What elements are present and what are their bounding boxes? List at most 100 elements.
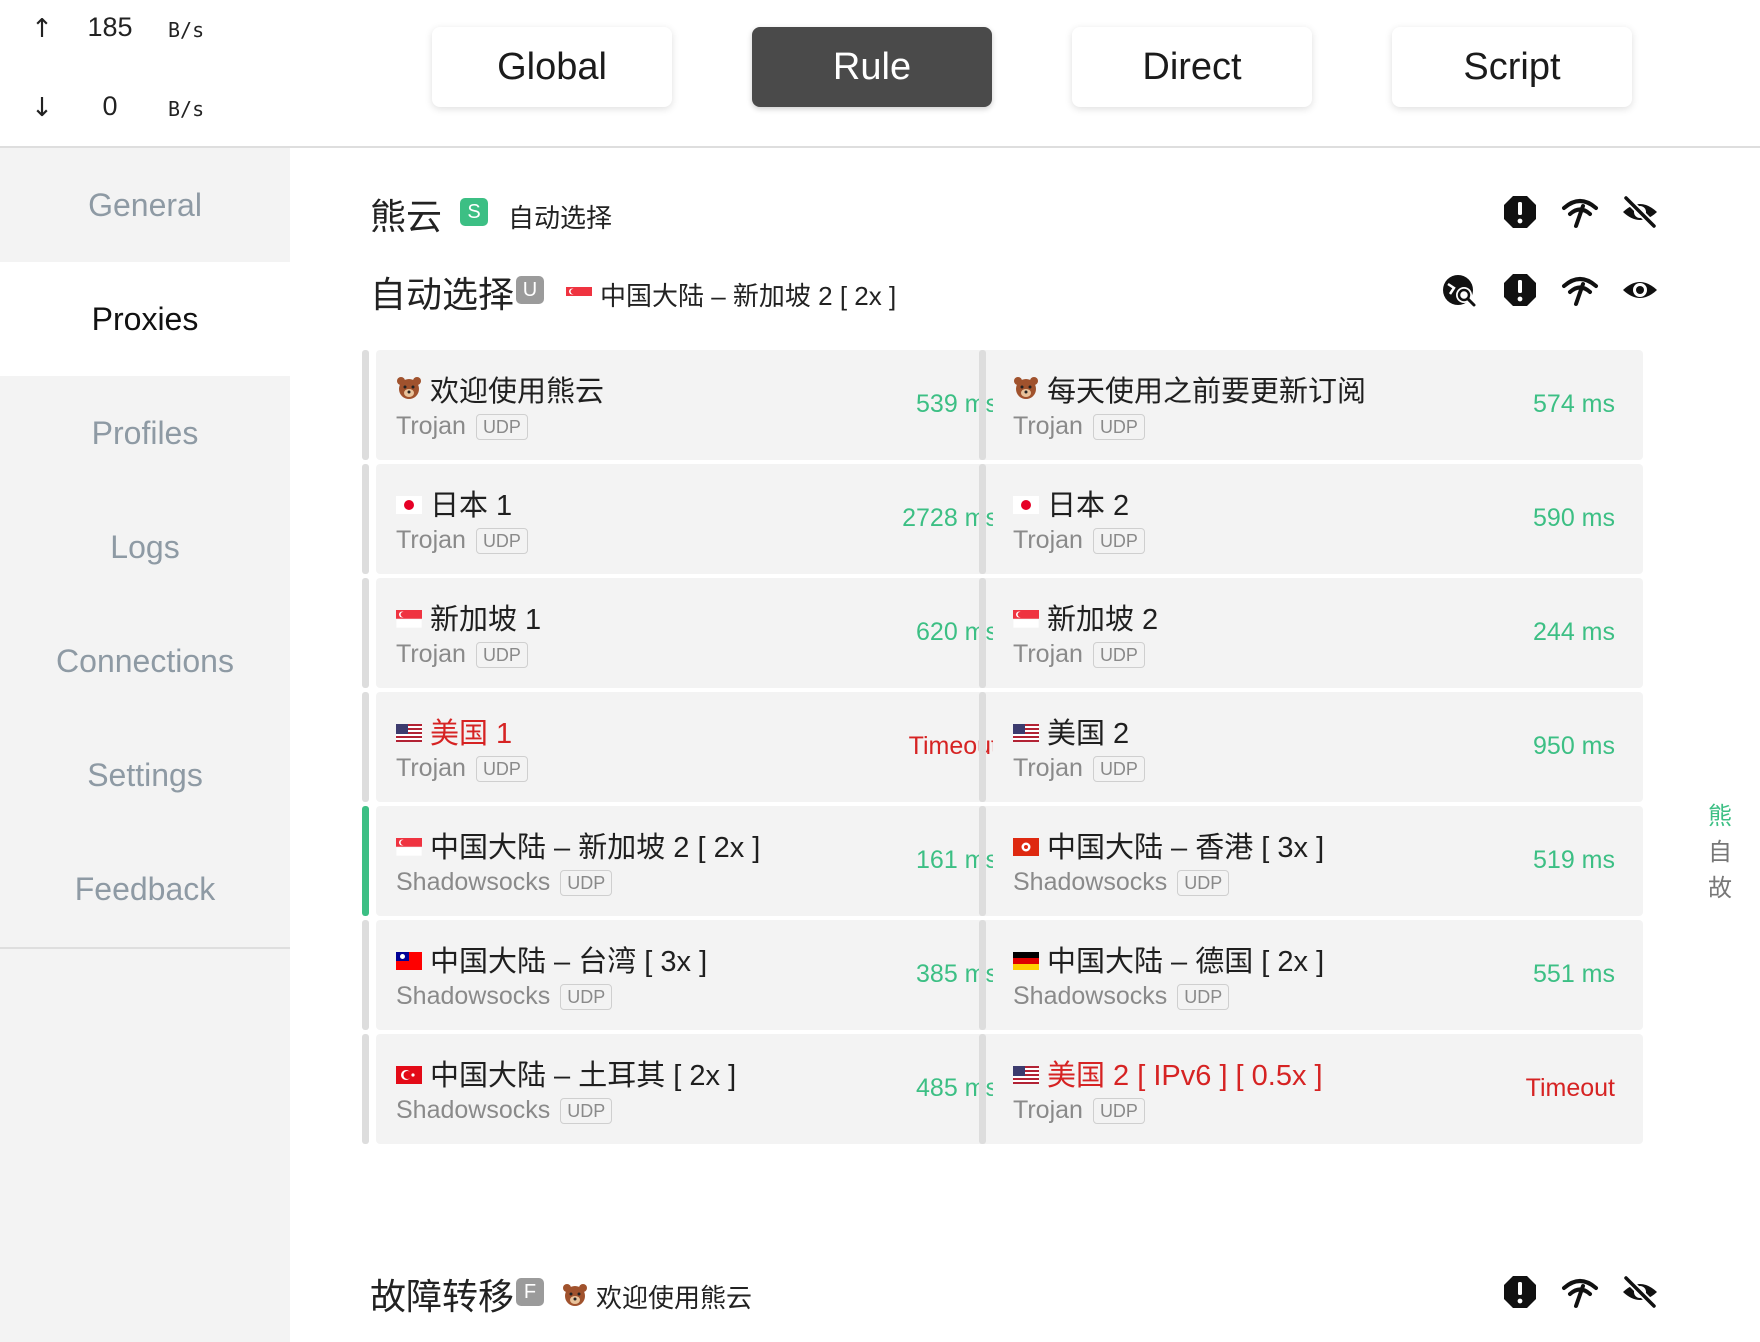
proxy-meta: Shadowsocks UDP — [396, 982, 613, 1014]
proxy-type: Shadowsocks — [1013, 868, 1168, 896]
sidebar-item-settings[interactable]: Settings — [0, 718, 290, 832]
proxy-card[interactable]: 新加坡 1 Trojan UDP 620 ms — [362, 578, 1026, 688]
sidebar-item-proxies[interactable]: Proxies — [0, 262, 290, 376]
proxy-delay[interactable]: Timeout — [1526, 1074, 1615, 1103]
proxy-name: 中国大陆 – 香港 [ 3x ] — [1013, 824, 1324, 866]
proxy-name-label: 美国 2 [ IPv6 ] [ 0.5x ] — [1047, 1060, 1323, 1092]
proxy-type: Trojan — [1013, 526, 1083, 554]
proxy-name-label: 中国大陆 – 香港 [ 3x ] — [1047, 832, 1325, 864]
download-speed: ↓ 0 B/s — [0, 87, 290, 127]
proxy-name: 中国大陆 – 台湾 [ 3x ] — [396, 938, 707, 980]
udp-badge: UDP — [475, 755, 528, 782]
udp-badge: UDP — [475, 527, 528, 554]
proxy-card[interactable]: 欢迎使用熊云 Trojan UDP 539 ms — [362, 350, 1026, 460]
usa-flag-icon — [1013, 1059, 1039, 1092]
card-indicator — [362, 350, 369, 460]
proxy-meta: Trojan UDP — [396, 754, 528, 786]
proxy-delay[interactable]: 519 ms — [1533, 846, 1615, 875]
alert-icon[interactable] — [1500, 192, 1540, 232]
proxy-name: 美国 2 [ IPv6 ] [ 0.5x ] — [1013, 1052, 1323, 1094]
wifi-speed-test-icon[interactable] — [1560, 1272, 1600, 1312]
eye-icon[interactable] — [1620, 270, 1660, 310]
sidebar-item-logs[interactable]: Logs — [0, 490, 290, 604]
proxy-name: 中国大陆 – 土耳其 [ 2x ] — [396, 1052, 736, 1094]
proxy-name: 中国大陆 – 德国 [ 2x ] — [1013, 938, 1324, 980]
proxy-card[interactable]: 中国大陆 – 台湾 [ 3x ] Shadowsocks UDP 385 ms — [362, 920, 1026, 1030]
proxy-name: 美国 2 — [1013, 710, 1129, 752]
selected-indicator — [362, 806, 369, 916]
index-item[interactable]: 自 — [1706, 832, 1734, 868]
udp-badge: UDP — [475, 413, 528, 440]
proxy-card[interactable]: 中国大陆 – 香港 [ 3x ] Shadowsocks UDP 519 ms — [979, 806, 1643, 916]
proxy-delay[interactable]: 244 ms — [1533, 618, 1615, 647]
eye-off-icon[interactable] — [1620, 192, 1660, 232]
mode-script-button[interactable]: Script — [1392, 27, 1632, 107]
sidebar-item-general[interactable]: General — [0, 148, 290, 262]
alert-icon[interactable] — [1500, 270, 1540, 310]
mode-switcher: Global Rule Direct Script — [290, 0, 1760, 148]
udp-badge: UDP — [1092, 527, 1145, 554]
proxy-card[interactable]: 中国大陆 – 新加坡 2 [ 2x ] Shadowsocks UDP 161 ms — [362, 806, 1026, 916]
wifi-speed-test-icon[interactable] — [1560, 192, 1600, 232]
eye-off-icon[interactable] — [1620, 1272, 1660, 1312]
sidebar-item-feedback[interactable]: Feedback — [0, 832, 290, 946]
proxy-card[interactable]: 日本 2 Trojan UDP 590 ms — [979, 464, 1643, 574]
proxy-card[interactable]: 日本 1 Trojan UDP 2728 ms — [362, 464, 1026, 574]
proxy-meta: Trojan UDP — [1013, 1096, 1145, 1128]
upload-value: 185 — [87, 12, 133, 42]
proxy-meta: Trojan UDP — [396, 640, 528, 672]
group-current-proxy: 欢迎使用熊云 — [562, 1278, 752, 1316]
mode-direct-button[interactable]: Direct — [1072, 27, 1312, 107]
proxy-delay[interactable]: 574 ms — [1533, 390, 1615, 419]
proxy-name: 日本 2 — [1013, 482, 1129, 524]
udp-badge: UDP — [1092, 641, 1145, 668]
proxy-meta: Shadowsocks UDP — [396, 868, 613, 900]
proxy-type: Trojan — [1013, 1096, 1083, 1124]
proxy-meta: Shadowsocks UDP — [396, 1096, 613, 1128]
proxy-group-header[interactable]: 故障转移 F 欢迎使用熊云 — [370, 1260, 1660, 1320]
proxy-group-header[interactable]: 自动选择 U 中国大陆 – 新加坡 2 [ 2x ] — [370, 258, 1660, 318]
proxy-name-label: 中国大陆 – 台湾 [ 3x ] — [430, 946, 708, 978]
proxy-meta: Trojan UDP — [1013, 412, 1145, 444]
proxy-meta: Trojan UDP — [396, 412, 528, 444]
singapore-flag-icon — [395, 831, 423, 864]
group-tools — [1500, 192, 1660, 232]
latency-test-icon[interactable] — [1440, 270, 1480, 310]
proxy-type: Shadowsocks — [1013, 982, 1168, 1010]
proxy-card[interactable]: 每天使用之前要更新订阅 Trojan UDP 574 ms — [979, 350, 1643, 460]
proxy-card[interactable]: 美国 2 Trojan UDP 950 ms — [979, 692, 1643, 802]
proxy-name-label: 美国 2 — [1047, 718, 1130, 750]
proxy-name-label: 中国大陆 – 土耳其 [ 2x ] — [430, 1060, 737, 1092]
group-type-badge: U — [516, 276, 544, 304]
wifi-speed-test-icon[interactable] — [1560, 270, 1600, 310]
sidebar: ↑ 185 B/s ↓ 0 B/s General Proxies Profil… — [0, 0, 290, 1342]
mode-global-button[interactable]: Global — [432, 27, 672, 107]
proxy-type: Trojan — [1013, 754, 1083, 782]
proxy-group-header[interactable]: 熊云 S 自动选择 — [370, 180, 1660, 240]
proxy-delay[interactable]: 590 ms — [1533, 504, 1615, 533]
index-item[interactable]: 故 — [1706, 868, 1734, 904]
proxy-type: Shadowsocks — [396, 1096, 551, 1124]
mode-rule-button[interactable]: Rule — [752, 27, 992, 107]
proxy-card[interactable]: 中国大陆 – 土耳其 [ 2x ] Shadowsocks UDP 485 ms — [362, 1034, 1026, 1144]
group-current-proxy: 自动选择 — [508, 203, 613, 233]
proxy-card[interactable]: 新加坡 2 Trojan UDP 244 ms — [979, 578, 1643, 688]
sidebar-item-profiles[interactable]: Profiles — [0, 376, 290, 490]
group-tools — [1500, 1272, 1660, 1312]
index-item[interactable]: 熊 — [1706, 796, 1734, 832]
upload-speed: ↑ 185 B/s — [0, 8, 290, 48]
sidebar-nav: General Proxies Profiles Logs Connection… — [0, 148, 290, 946]
proxy-meta: Trojan UDP — [1013, 754, 1145, 786]
alert-icon[interactable] — [1500, 1272, 1540, 1312]
proxy-card[interactable]: 中国大陆 – 德国 [ 2x ] Shadowsocks UDP 551 ms — [979, 920, 1643, 1030]
proxy-name: 中国大陆 – 新加坡 2 [ 2x ] — [395, 824, 760, 866]
proxy-delay[interactable]: 950 ms — [1533, 732, 1615, 761]
proxy-card[interactable]: 美国 2 [ IPv6 ] [ 0.5x ] Trojan UDP Timeout — [979, 1034, 1643, 1144]
proxy-name: 新加坡 2 — [1012, 596, 1158, 638]
sidebar-item-connections[interactable]: Connections — [0, 604, 290, 718]
proxy-name: 日本 1 — [396, 482, 512, 524]
proxy-delay[interactable]: 551 ms — [1533, 960, 1615, 989]
proxy-card[interactable]: 美国 1 Trojan UDP Timeout — [362, 692, 1026, 802]
card-indicator — [979, 806, 986, 916]
proxy-name-label: 美国 1 — [430, 718, 513, 750]
